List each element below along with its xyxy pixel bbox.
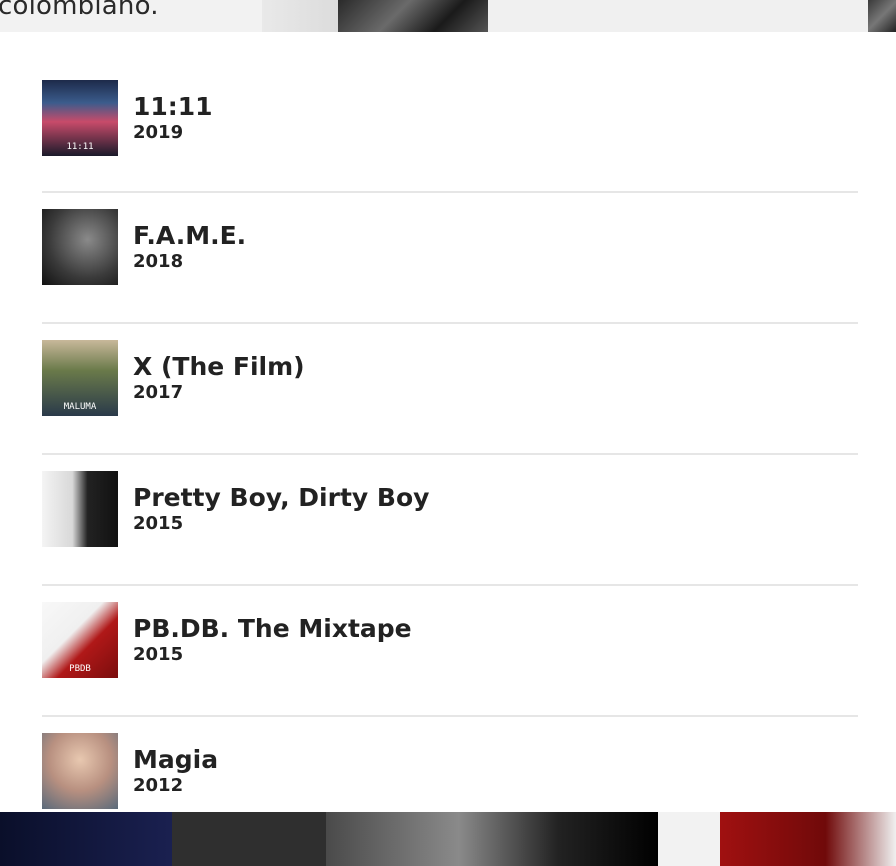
background-top-strip: colombiano. — [0, 0, 896, 32]
background-image — [488, 0, 868, 32]
album-title: PB.DB. The Mixtape — [133, 614, 412, 643]
album-cover-text: 11:11 — [66, 142, 94, 152]
album-title: 11:11 — [133, 92, 213, 121]
background-image — [338, 0, 488, 32]
album-row[interactable]: 11:11 11:11 2019 — [42, 32, 858, 193]
album-title: F.A.M.E. — [133, 221, 247, 250]
background-text: colombiano. — [0, 0, 159, 21]
album-cover-text: PBDB — [69, 664, 91, 674]
album-cover-text: MALUMA — [63, 402, 97, 412]
album-title: X (The Film) — [133, 352, 305, 381]
background-image — [172, 812, 326, 866]
background-image — [658, 812, 720, 866]
album-year: 2015 — [133, 513, 184, 534]
album-cover-image: 11:11 — [42, 80, 118, 156]
album-cover-image — [42, 733, 118, 809]
album-year: 2012 — [133, 775, 184, 796]
album-title: Magia — [133, 745, 219, 774]
album-year: 2019 — [133, 122, 184, 143]
album-title: Pretty Boy, Dirty Boy — [133, 483, 430, 512]
album-year: 2017 — [133, 382, 184, 403]
background-bottom-strip — [0, 812, 896, 866]
album-cover-image: PBDB — [42, 602, 118, 678]
album-row[interactable]: F.A.M.E. 2018 — [42, 193, 858, 324]
album-row[interactable]: MALUMA X (The Film) 2017 — [42, 324, 858, 455]
album-cover-image: MALUMA — [42, 340, 118, 416]
album-cover-image — [42, 209, 118, 285]
album-row[interactable]: Pretty Boy, Dirty Boy 2015 — [42, 455, 858, 586]
background-image — [262, 0, 338, 32]
album-list: 11:11 11:11 2019 F.A.M.E. 2018 MALUMA X … — [42, 32, 858, 846]
background-image — [326, 812, 658, 866]
album-year: 2018 — [133, 251, 184, 272]
album-cover-image — [42, 471, 118, 547]
background-image — [0, 812, 172, 866]
album-row[interactable]: PBDB PB.DB. The Mixtape 2015 — [42, 586, 858, 717]
background-image — [720, 812, 896, 866]
background-image — [868, 0, 896, 32]
album-year: 2015 — [133, 644, 184, 665]
